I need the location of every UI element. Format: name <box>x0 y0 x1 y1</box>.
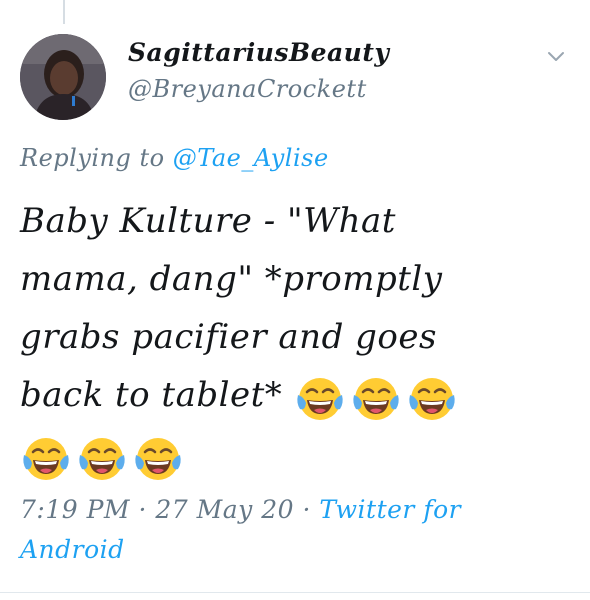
tweet-meta: 7:19 PM · 27 May 20 · Twitter for Androi… <box>20 490 560 570</box>
tweet-text: Baby Kulture - "What mama, dang" *prompt… <box>20 192 570 486</box>
reply-mention-link[interactable]: @Tae_Aylise <box>173 144 329 172</box>
meta-separator: · <box>294 495 320 524</box>
display-name[interactable]: SagittariusBeauty <box>128 36 389 70</box>
thread-connector-line <box>63 0 65 24</box>
emoji-group <box>294 368 462 426</box>
replying-to-label: Replying to <box>20 144 173 172</box>
face-with-tears-of-joy-icon <box>79 438 125 480</box>
meta-separator: · <box>130 495 156 524</box>
face-with-tears-of-joy-icon <box>352 378 399 420</box>
chevron-down-icon[interactable] <box>544 44 568 68</box>
tweet-text-line: back to tablet* <box>20 375 283 415</box>
tweet-header: SagittariusBeauty @BreyanaCrockett <box>20 30 580 125</box>
user-handle[interactable]: @BreyanaCrockett <box>128 70 389 108</box>
avatar[interactable] <box>20 34 106 120</box>
emoji-line <box>20 426 570 486</box>
bottom-divider <box>0 592 590 593</box>
user-names: SagittariusBeauty @BreyanaCrockett <box>128 36 389 108</box>
tweet-time[interactable]: 7:19 PM <box>20 495 130 524</box>
avatar-image <box>20 34 106 120</box>
tweet-text-line: grabs pacifier and goes <box>20 317 437 357</box>
tweet-date[interactable]: 27 May 20 <box>155 495 294 524</box>
tweet-text-line-with-emoji: back to tablet* <box>20 366 570 426</box>
replying-to: Replying to @Tae_Aylise <box>20 140 329 176</box>
tweet-text-line: mama, dang" *promptly <box>20 259 443 299</box>
face-with-tears-of-joy-icon <box>408 378 455 420</box>
tweet-text-line: Baby Kulture - "What <box>20 201 396 241</box>
emoji-group <box>20 428 188 486</box>
face-with-tears-of-joy-icon <box>296 378 343 420</box>
face-with-tears-of-joy-icon <box>135 438 181 480</box>
face-with-tears-of-joy-icon <box>23 438 69 480</box>
